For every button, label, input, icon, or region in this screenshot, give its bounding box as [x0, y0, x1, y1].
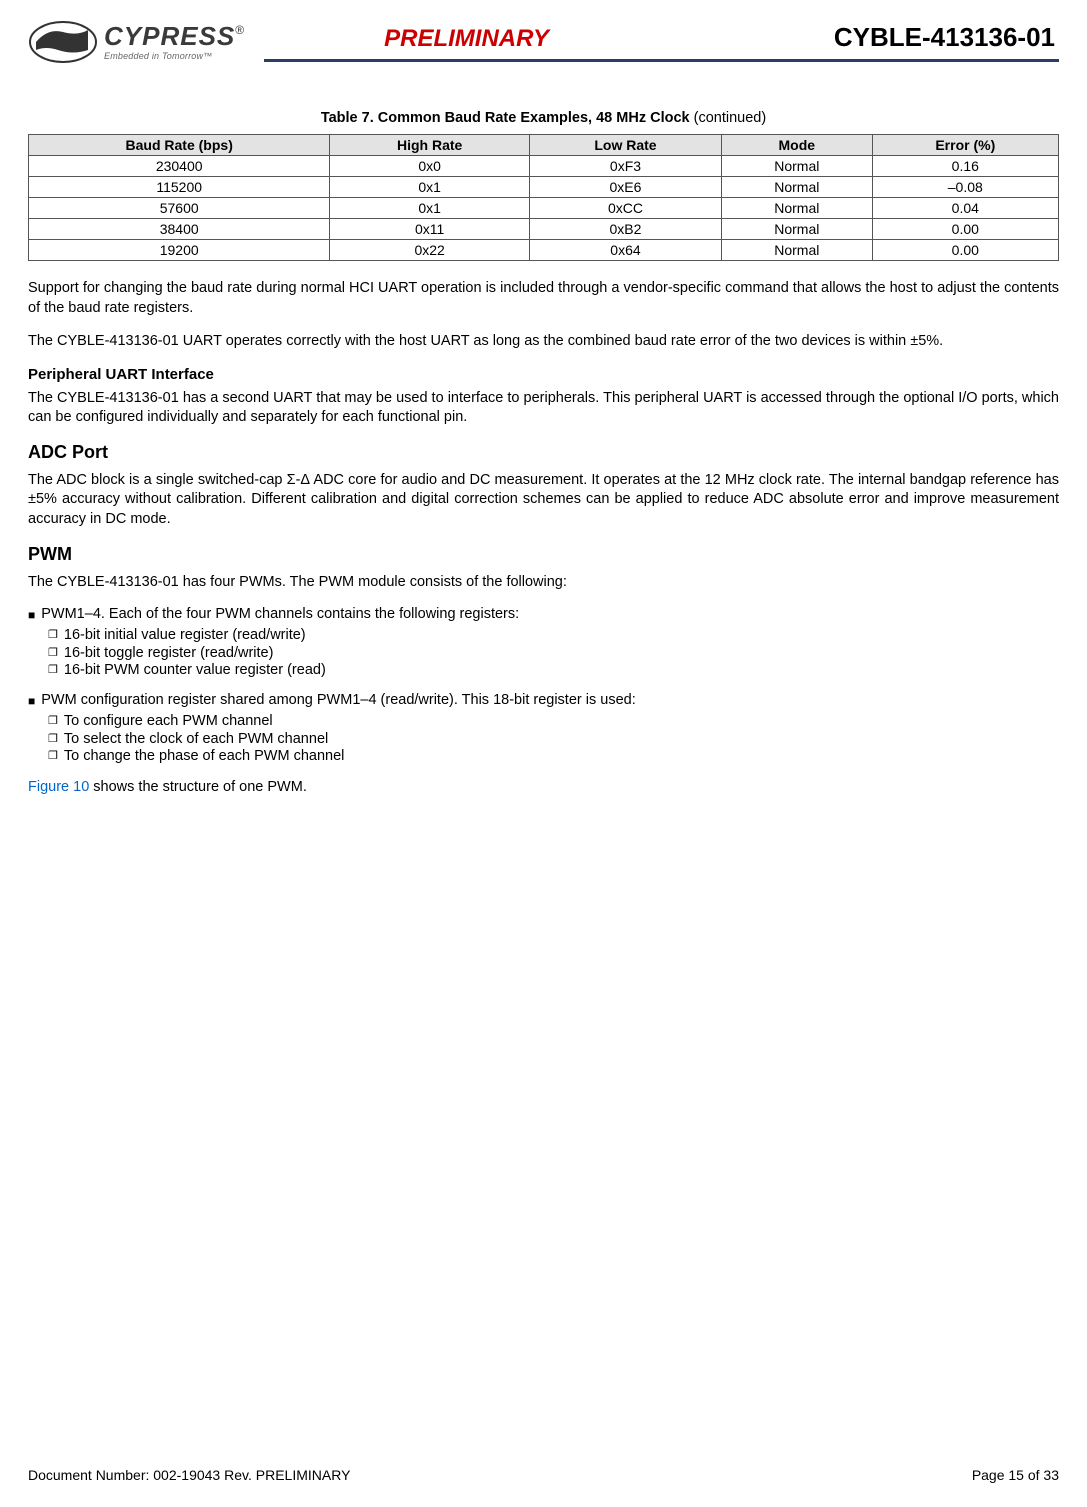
col-high: High Rate: [330, 135, 530, 156]
col-error: Error (%): [872, 135, 1058, 156]
list-item: ❐ To change the phase of each PWM channe…: [48, 748, 1059, 766]
cell: 0.04: [872, 198, 1058, 219]
cell: 0x64: [529, 240, 721, 261]
hollow-bullet-icon: ❐: [48, 645, 58, 663]
table-caption-suffix: (continued): [690, 110, 767, 126]
paragraph-figure-ref: Figure 10 shows the structure of one PWM…: [28, 778, 1059, 798]
list-item: ❐ 16-bit initial value register (read/wr…: [48, 627, 1059, 645]
section-pwm: PWM: [28, 544, 1059, 565]
cell: 0x1: [330, 198, 530, 219]
col-baud: Baud Rate (bps): [29, 135, 330, 156]
header-right: PRELIMINARY CYBLE-413136-01: [264, 22, 1059, 62]
subheading-peripheral-uart: Peripheral UART Interface: [28, 366, 1059, 383]
hollow-bullet-icon: ❐: [48, 627, 58, 645]
cell: 0.16: [872, 156, 1058, 177]
list-item: ■ PWM1–4. Each of the four PWM channels …: [28, 606, 1059, 625]
bullet-group-pwm-channels: ■ PWM1–4. Each of the four PWM channels …: [28, 606, 1059, 680]
cell: 0x0: [330, 156, 530, 177]
cell: 0x1: [330, 177, 530, 198]
col-mode: Mode: [722, 135, 873, 156]
cell: 0x11: [330, 219, 530, 240]
preliminary-label: PRELIMINARY: [384, 25, 549, 53]
list-item: ❐ To configure each PWM channel: [48, 713, 1059, 731]
page-header: CYPRESS® Embedded in Tomorrow™ PRELIMINA…: [28, 20, 1059, 70]
list-item: ■ PWM configuration register shared amon…: [28, 692, 1059, 711]
cell: 0xCC: [529, 198, 721, 219]
cell: 0.00: [872, 219, 1058, 240]
hollow-bullet-icon: ❐: [48, 748, 58, 766]
hollow-bullet-icon: ❐: [48, 731, 58, 749]
document-number: Document Number: 002-19043 Rev. PRELIMIN…: [28, 1467, 350, 1483]
bullet-text: 16-bit initial value register (read/writ…: [64, 627, 306, 643]
table-row: 115200 0x1 0xE6 Normal –0.08: [29, 177, 1059, 198]
figure-link[interactable]: Figure 10: [28, 779, 89, 795]
list-item: ❐ 16-bit PWM counter value register (rea…: [48, 662, 1059, 680]
cell: 0xF3: [529, 156, 721, 177]
cell: Normal: [722, 177, 873, 198]
cell: 38400: [29, 219, 330, 240]
paragraph-baud-error: The CYBLE-413136-01 UART operates correc…: [28, 332, 1059, 352]
cell: 0xB2: [529, 219, 721, 240]
hollow-bullet-icon: ❐: [48, 713, 58, 731]
table-row: 57600 0x1 0xCC Normal 0.04: [29, 198, 1059, 219]
square-bullet-icon: ■: [28, 606, 35, 625]
cell: 0x22: [330, 240, 530, 261]
baud-rate-table: Baud Rate (bps) High Rate Low Rate Mode …: [28, 134, 1059, 261]
header-divider: [264, 59, 1059, 62]
cell: Normal: [722, 219, 873, 240]
cell: –0.08: [872, 177, 1058, 198]
bullet-text: To configure each PWM channel: [64, 713, 273, 729]
cell: 230400: [29, 156, 330, 177]
table-caption: Table 7. Common Baud Rate Examples, 48 M…: [28, 110, 1059, 126]
cell: 0xE6: [529, 177, 721, 198]
figure-ref-text: shows the structure of one PWM.: [89, 779, 307, 795]
cell: 115200: [29, 177, 330, 198]
brand-logo: CYPRESS® Embedded in Tomorrow™: [28, 20, 244, 64]
cypress-mark-icon: [28, 20, 98, 64]
bullet-text: To change the phase of each PWM channel: [64, 748, 345, 764]
table-row: 38400 0x11 0xB2 Normal 0.00: [29, 219, 1059, 240]
list-item: ❐ 16-bit toggle register (read/write): [48, 645, 1059, 663]
table-header-row: Baud Rate (bps) High Rate Low Rate Mode …: [29, 135, 1059, 156]
brand-tagline: Embedded in Tomorrow™: [104, 51, 212, 61]
col-low: Low Rate: [529, 135, 721, 156]
cell: 19200: [29, 240, 330, 261]
part-number: CYBLE-413136-01: [834, 22, 1055, 53]
hollow-bullet-icon: ❐: [48, 662, 58, 680]
bullet-text: PWM configuration register shared among …: [41, 692, 635, 708]
bullet-text: PWM1–4. Each of the four PWM channels co…: [41, 606, 519, 622]
page-footer: Document Number: 002-19043 Rev. PRELIMIN…: [28, 1467, 1059, 1483]
table-row: 19200 0x22 0x64 Normal 0.00: [29, 240, 1059, 261]
cell: 57600: [29, 198, 330, 219]
paragraph-adc: The ADC block is a single switched-cap Σ…: [28, 471, 1059, 530]
bullet-text: To select the clock of each PWM channel: [64, 731, 328, 747]
bullet-group-pwm-config: ■ PWM configuration register shared amon…: [28, 692, 1059, 766]
table-row: 230400 0x0 0xF3 Normal 0.16: [29, 156, 1059, 177]
cell: Normal: [722, 240, 873, 261]
bullet-text: 16-bit toggle register (read/write): [64, 645, 274, 661]
section-adc-port: ADC Port: [28, 442, 1059, 463]
brand-registered: ®: [235, 23, 244, 37]
brand-name: CYPRESS: [104, 21, 235, 51]
square-bullet-icon: ■: [28, 692, 35, 711]
page-number: Page 15 of 33: [972, 1467, 1059, 1483]
cell: Normal: [722, 198, 873, 219]
bullet-text: 16-bit PWM counter value register (read): [64, 662, 326, 678]
paragraph-vendor-command: Support for changing the baud rate durin…: [28, 279, 1059, 318]
table-caption-main: Table 7. Common Baud Rate Examples, 48 M…: [321, 110, 690, 126]
cell: Normal: [722, 156, 873, 177]
brand-text: CYPRESS® Embedded in Tomorrow™: [104, 23, 244, 61]
paragraph-pwm-intro: The CYBLE-413136-01 has four PWMs. The P…: [28, 573, 1059, 593]
paragraph-peripheral-uart: The CYBLE-413136-01 has a second UART th…: [28, 389, 1059, 428]
cell: 0.00: [872, 240, 1058, 261]
list-item: ❐ To select the clock of each PWM channe…: [48, 731, 1059, 749]
